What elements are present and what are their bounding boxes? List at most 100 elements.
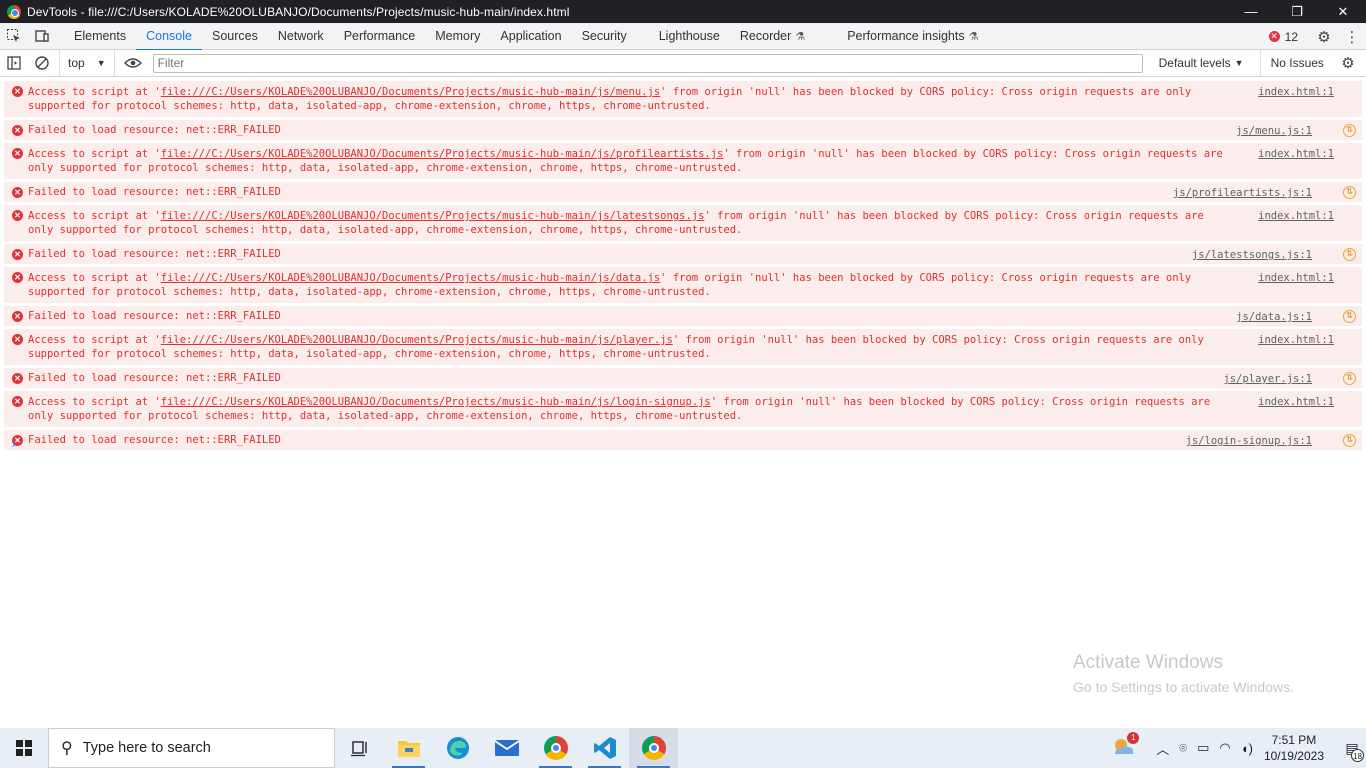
chrome-devtools-button[interactable] bbox=[629, 728, 678, 768]
issues-button[interactable]: No Issues bbox=[1259, 49, 1334, 77]
chrome-icon bbox=[641, 736, 666, 760]
tab-network[interactable]: Network bbox=[268, 23, 334, 50]
chrome-button[interactable] bbox=[531, 728, 580, 768]
console-cors-error: ✕ Access to script at 'file:///C:/Users/K… bbox=[4, 80, 1362, 117]
source-link[interactable]: index.html:1 bbox=[1258, 395, 1334, 409]
source-link[interactable]: js/login-signup.js:1 bbox=[1186, 434, 1312, 448]
log-levels-dropdown[interactable]: Default levels ▼ bbox=[1153, 56, 1250, 70]
source-link[interactable]: js/profileartists.js:1 bbox=[1173, 186, 1312, 200]
kebab-menu-icon: ⋮ bbox=[1344, 28, 1360, 46]
inspect-element-button[interactable] bbox=[0, 23, 28, 50]
network-request-icon[interactable]: ⇅ bbox=[1343, 310, 1356, 323]
eye-icon bbox=[123, 58, 142, 68]
battery-icon[interactable]: ▭ bbox=[1197, 740, 1209, 756]
source-link[interactable]: js/menu.js:1 bbox=[1236, 124, 1312, 138]
message-text: Failed to load resource: net::ERR_FAILED bbox=[28, 124, 281, 136]
tab-lighthouse[interactable]: Lighthouse bbox=[649, 23, 730, 50]
folder-icon bbox=[397, 741, 420, 757]
network-request-icon[interactable]: ⇅ bbox=[1343, 248, 1356, 261]
start-button[interactable] bbox=[0, 728, 48, 768]
tab-performance[interactable]: Performance bbox=[334, 23, 426, 50]
console-cors-error: ✕ Access to script at 'file:///C:/Users/K… bbox=[4, 390, 1362, 427]
message-prefix: Failed to load resource: net::ERR_FAILED bbox=[28, 248, 281, 260]
message-text: Access to script at 'file:///C:/Users/KO… bbox=[28, 210, 1204, 236]
message-text: Failed to load resource: net::ERR_FAILED bbox=[28, 310, 281, 322]
tab-memory[interactable]: Memory bbox=[425, 23, 490, 50]
volume-icon[interactable]: ◖) bbox=[1241, 741, 1253, 756]
context-value: top bbox=[68, 56, 85, 70]
edge-button[interactable] bbox=[433, 728, 482, 768]
gear-icon: ⚙ bbox=[1317, 28, 1331, 46]
error-icon: ✕ bbox=[1268, 31, 1280, 42]
source-link[interactable]: index.html:1 bbox=[1258, 147, 1334, 161]
filter-input[interactable] bbox=[152, 53, 1143, 73]
tab-elements[interactable]: Elements bbox=[64, 23, 136, 50]
tab-recorder[interactable]: Recorder ⚗ bbox=[730, 23, 815, 50]
show-hidden-icons-chevron-up-icon[interactable]: ︿ bbox=[1156, 739, 1169, 758]
source-link[interactable]: index.html:1 bbox=[1258, 333, 1334, 347]
message-text: Access to script at 'file:///C:/Users/KO… bbox=[28, 148, 1223, 174]
clock[interactable]: 7:51 PM 10/19/2023 bbox=[1264, 732, 1324, 764]
script-url-link[interactable]: file:///C:/Users/KOLADE%20OLUBANJO/Docum… bbox=[161, 210, 705, 222]
script-url-link[interactable]: file:///C:/Users/KOLADE%20OLUBANJO/Docum… bbox=[161, 272, 660, 284]
error-icon: ✕ bbox=[12, 373, 23, 384]
message-prefix: Failed to load resource: net::ERR_FAILED bbox=[28, 434, 281, 446]
file-explorer-button[interactable] bbox=[384, 728, 433, 768]
source-link[interactable]: js/data.js:1 bbox=[1236, 310, 1312, 324]
network-request-icon[interactable]: ⇅ bbox=[1343, 186, 1356, 199]
tab-security[interactable]: Security bbox=[572, 23, 637, 50]
console-network-error: ✕ Failed to load resource: net::ERR_FAILE… bbox=[4, 181, 1362, 202]
weather-widget[interactable]: 1 bbox=[1111, 732, 1140, 760]
console-settings-button[interactable]: ⚙ bbox=[1334, 50, 1362, 77]
source-link[interactable]: index.html:1 bbox=[1258, 209, 1334, 223]
clear-icon bbox=[35, 56, 49, 70]
script-url-link[interactable]: file:///C:/Users/KOLADE%20OLUBANJO/Docum… bbox=[161, 396, 711, 408]
device-toolbar-button[interactable] bbox=[28, 23, 56, 50]
console-network-error: ✕ Failed to load resource: net::ERR_FAILE… bbox=[4, 305, 1362, 326]
live-expression-button[interactable] bbox=[119, 50, 147, 77]
context-selector[interactable]: top ▼ bbox=[59, 49, 115, 77]
network-request-icon[interactable]: ⇅ bbox=[1343, 372, 1356, 385]
script-url-link[interactable]: file:///C:/Users/KOLADE%20OLUBANJO/Docum… bbox=[161, 86, 660, 98]
taskbar-search[interactable]: ⚲ Type here to search bbox=[48, 728, 335, 768]
script-url-link[interactable]: file:///C:/Users/KOLADE%20OLUBANJO/Docum… bbox=[161, 334, 673, 346]
action-center-button[interactable]: ▤ 18 bbox=[1338, 728, 1366, 768]
tab-performance-insights[interactable]: Performance insights ⚗ bbox=[837, 23, 988, 50]
tab-application[interactable]: Application bbox=[490, 23, 571, 50]
message-prefix: Failed to load resource: net::ERR_FAILED bbox=[28, 310, 281, 322]
error-icon: ✕ bbox=[12, 125, 23, 136]
close-button[interactable]: ✕ bbox=[1320, 0, 1366, 23]
minimize-button[interactable]: — bbox=[1228, 0, 1274, 23]
error-icon: ✕ bbox=[12, 334, 23, 345]
restore-button[interactable]: ❐ bbox=[1274, 0, 1320, 23]
tab-label: Performance bbox=[343, 29, 416, 43]
message-text: Failed to load resource: net::ERR_FAILED bbox=[28, 248, 281, 260]
message-prefix: Access to script at ' bbox=[28, 396, 161, 408]
source-link[interactable]: index.html:1 bbox=[1258, 85, 1334, 99]
tab-sources[interactable]: Sources bbox=[202, 23, 268, 50]
edge-icon bbox=[446, 737, 469, 759]
tab-label: Console bbox=[146, 29, 192, 43]
settings-button[interactable]: ⚙ bbox=[1310, 23, 1338, 50]
script-url-link[interactable]: file:///C:/Users/KOLADE%20OLUBANJO/Docum… bbox=[161, 148, 724, 160]
console-prompt-icon[interactable]: › bbox=[10, 437, 18, 452]
error-icon: ✕ bbox=[12, 187, 23, 198]
error-count-badge[interactable]: ✕ 12 bbox=[1268, 30, 1298, 44]
chrome-icon bbox=[543, 736, 568, 760]
source-link[interactable]: index.html:1 bbox=[1258, 271, 1334, 285]
task-view-button[interactable] bbox=[335, 728, 384, 768]
sidebar-toggle-button[interactable] bbox=[0, 50, 28, 77]
clear-console-button[interactable] bbox=[28, 50, 56, 77]
vscode-button[interactable] bbox=[580, 728, 629, 768]
wifi-icon[interactable]: ◠ bbox=[1219, 740, 1230, 756]
more-options-button[interactable]: ⋮ bbox=[1338, 23, 1366, 50]
tab-console[interactable]: Console bbox=[136, 23, 202, 51]
message-prefix: Failed to load resource: net::ERR_FAILED bbox=[28, 186, 281, 198]
network-request-icon[interactable]: ⇅ bbox=[1343, 124, 1356, 137]
source-link[interactable]: js/latestsongs.js:1 bbox=[1192, 248, 1312, 262]
meet-now-icon[interactable]: ⌾ bbox=[1179, 740, 1187, 756]
tab-label: Performance insights bbox=[847, 29, 965, 43]
mail-button[interactable] bbox=[482, 728, 531, 768]
network-request-icon[interactable]: ⇅ bbox=[1343, 434, 1356, 447]
source-link[interactable]: js/player.js:1 bbox=[1223, 372, 1312, 386]
